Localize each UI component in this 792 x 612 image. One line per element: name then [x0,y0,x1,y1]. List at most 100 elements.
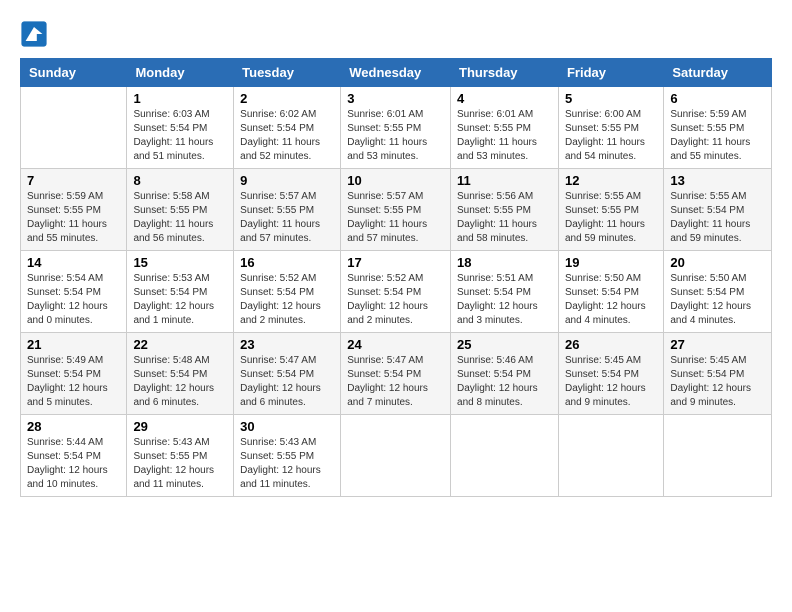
page-header [20,20,772,48]
calendar-cell [451,415,559,497]
day-number: 8 [133,173,227,188]
day-number: 9 [240,173,334,188]
calendar-cell: 2 Sunrise: 6:02 AMSunset: 5:54 PMDaylight… [234,87,341,169]
day-info: Sunrise: 5:46 AMSunset: 5:54 PMDaylight:… [457,354,552,410]
day-info: Sunrise: 6:03 AMSunset: 5:54 PMDaylight:… [133,108,227,164]
day-number: 7 [27,173,120,188]
day-number: 5 [565,91,657,106]
day-info: Sunrise: 5:45 AMSunset: 5:54 PMDaylight:… [565,354,657,410]
day-info: Sunrise: 5:49 AMSunset: 5:54 PMDaylight:… [27,354,120,410]
calendar-cell [558,415,663,497]
calendar-cell [21,87,127,169]
day-info: Sunrise: 5:53 AMSunset: 5:54 PMDaylight:… [133,272,227,328]
calendar-header-row: SundayMondayTuesdayWednesdayThursdayFrid… [21,59,772,87]
day-info: Sunrise: 5:51 AMSunset: 5:54 PMDaylight:… [457,272,552,328]
calendar-week-row: 7 Sunrise: 5:59 AMSunset: 5:55 PMDaylight… [21,169,772,251]
day-number: 3 [347,91,444,106]
day-number: 25 [457,337,552,352]
day-number: 16 [240,255,334,270]
day-info: Sunrise: 5:59 AMSunset: 5:55 PMDaylight:… [27,190,120,246]
calendar-cell: 22 Sunrise: 5:48 AMSunset: 5:54 PMDayligh… [127,333,234,415]
column-header-sunday: Sunday [21,59,127,87]
calendar-week-row: 28Sunrise: 5:44 AMSunset: 5:54 PMDayligh… [21,415,772,497]
calendar-cell: 5 Sunrise: 6:00 AMSunset: 5:55 PMDaylight… [558,87,663,169]
day-number: 30 [240,419,334,434]
calendar-cell: 8 Sunrise: 5:58 AMSunset: 5:55 PMDaylight… [127,169,234,251]
calendar-week-row: 21 Sunrise: 5:49 AMSunset: 5:54 PMDayligh… [21,333,772,415]
calendar-cell: 14 Sunrise: 5:54 AMSunset: 5:54 PMDayligh… [21,251,127,333]
calendar-cell: 11 Sunrise: 5:56 AMSunset: 5:55 PMDayligh… [451,169,559,251]
day-number: 23 [240,337,334,352]
calendar-cell: 20 Sunrise: 5:50 AMSunset: 5:54 PMDayligh… [664,251,772,333]
day-info: Sunrise: 5:55 AMSunset: 5:54 PMDaylight:… [670,190,765,246]
calendar-cell: 18 Sunrise: 5:51 AMSunset: 5:54 PMDayligh… [451,251,559,333]
calendar-cell: 13 Sunrise: 5:55 AMSunset: 5:54 PMDayligh… [664,169,772,251]
calendar-table: SundayMondayTuesdayWednesdayThursdayFrid… [20,58,772,497]
day-info: Sunrise: 6:02 AMSunset: 5:54 PMDaylight:… [240,108,334,164]
day-number: 11 [457,173,552,188]
calendar-cell: 10Sunrise: 5:57 AMSunset: 5:55 PMDayligh… [341,169,451,251]
day-number: 20 [670,255,765,270]
calendar-week-row: 14 Sunrise: 5:54 AMSunset: 5:54 PMDayligh… [21,251,772,333]
day-info: Sunrise: 5:52 AMSunset: 5:54 PMDaylight:… [240,272,334,328]
day-info: Sunrise: 5:43 AMSunset: 5:55 PMDaylight:… [240,436,334,492]
day-number: 19 [565,255,657,270]
day-info: Sunrise: 5:54 AMSunset: 5:54 PMDaylight:… [27,272,120,328]
calendar-cell: 23 Sunrise: 5:47 AMSunset: 5:54 PMDayligh… [234,333,341,415]
calendar-cell: 29 Sunrise: 5:43 AMSunset: 5:55 PMDayligh… [127,415,234,497]
day-info: Sunrise: 5:52 AMSunset: 5:54 PMDaylight:… [347,272,444,328]
calendar-cell: 4 Sunrise: 6:01 AMSunset: 5:55 PMDaylight… [451,87,559,169]
calendar-cell: 15Sunrise: 5:53 AMSunset: 5:54 PMDayligh… [127,251,234,333]
calendar-cell: 28Sunrise: 5:44 AMSunset: 5:54 PMDayligh… [21,415,127,497]
day-number: 4 [457,91,552,106]
day-number: 22 [133,337,227,352]
day-info: Sunrise: 6:00 AMSunset: 5:55 PMDaylight:… [565,108,657,164]
day-info: Sunrise: 5:48 AMSunset: 5:54 PMDaylight:… [133,354,227,410]
column-header-saturday: Saturday [664,59,772,87]
day-number: 17 [347,255,444,270]
calendar-cell: 30 Sunrise: 5:43 AMSunset: 5:55 PMDayligh… [234,415,341,497]
calendar-cell: 16 Sunrise: 5:52 AMSunset: 5:54 PMDayligh… [234,251,341,333]
day-number: 29 [133,419,227,434]
calendar-cell: 7 Sunrise: 5:59 AMSunset: 5:55 PMDaylight… [21,169,127,251]
calendar-cell: 9Sunrise: 5:57 AMSunset: 5:55 PMDaylight… [234,169,341,251]
day-info: Sunrise: 5:47 AMSunset: 5:54 PMDaylight:… [347,354,444,410]
day-number: 2 [240,91,334,106]
calendar-cell: 27 Sunrise: 5:45 AMSunset: 5:54 PMDayligh… [664,333,772,415]
calendar-cell: 1 Sunrise: 6:03 AMSunset: 5:54 PMDaylight… [127,87,234,169]
day-number: 18 [457,255,552,270]
day-info: Sunrise: 5:50 AMSunset: 5:54 PMDaylight:… [670,272,765,328]
day-info: Sunrise: 6:01 AMSunset: 5:55 PMDaylight:… [347,108,444,164]
day-number: 21 [27,337,120,352]
logo [20,20,52,48]
day-number: 6 [670,91,765,106]
column-header-tuesday: Tuesday [234,59,341,87]
day-info: Sunrise: 5:58 AMSunset: 5:55 PMDaylight:… [133,190,227,246]
day-number: 27 [670,337,765,352]
day-info: Sunrise: 5:43 AMSunset: 5:55 PMDaylight:… [133,436,227,492]
calendar-cell: 3 Sunrise: 6:01 AMSunset: 5:55 PMDaylight… [341,87,451,169]
day-number: 26 [565,337,657,352]
day-number: 24 [347,337,444,352]
column-header-thursday: Thursday [451,59,559,87]
day-number: 1 [133,91,227,106]
column-header-wednesday: Wednesday [341,59,451,87]
calendar-cell [664,415,772,497]
day-info: Sunrise: 5:55 AMSunset: 5:55 PMDaylight:… [565,190,657,246]
day-number: 14 [27,255,120,270]
calendar-cell: 6 Sunrise: 5:59 AMSunset: 5:55 PMDaylight… [664,87,772,169]
day-info: Sunrise: 5:56 AMSunset: 5:55 PMDaylight:… [457,190,552,246]
day-info: Sunrise: 5:44 AMSunset: 5:54 PMDaylight:… [27,436,120,492]
calendar-cell: 25 Sunrise: 5:46 AMSunset: 5:54 PMDayligh… [451,333,559,415]
calendar-cell [341,415,451,497]
column-header-friday: Friday [558,59,663,87]
day-info: Sunrise: 5:45 AMSunset: 5:54 PMDaylight:… [670,354,765,410]
calendar-cell: 21 Sunrise: 5:49 AMSunset: 5:54 PMDayligh… [21,333,127,415]
calendar-cell: 24 Sunrise: 5:47 AMSunset: 5:54 PMDayligh… [341,333,451,415]
day-info: Sunrise: 5:57 AMSunset: 5:55 PMDaylight:… [347,190,444,246]
day-info: Sunrise: 6:01 AMSunset: 5:55 PMDaylight:… [457,108,552,164]
day-number: 12 [565,173,657,188]
day-number: 13 [670,173,765,188]
day-info: Sunrise: 5:47 AMSunset: 5:54 PMDaylight:… [240,354,334,410]
day-info: Sunrise: 5:59 AMSunset: 5:55 PMDaylight:… [670,108,765,164]
